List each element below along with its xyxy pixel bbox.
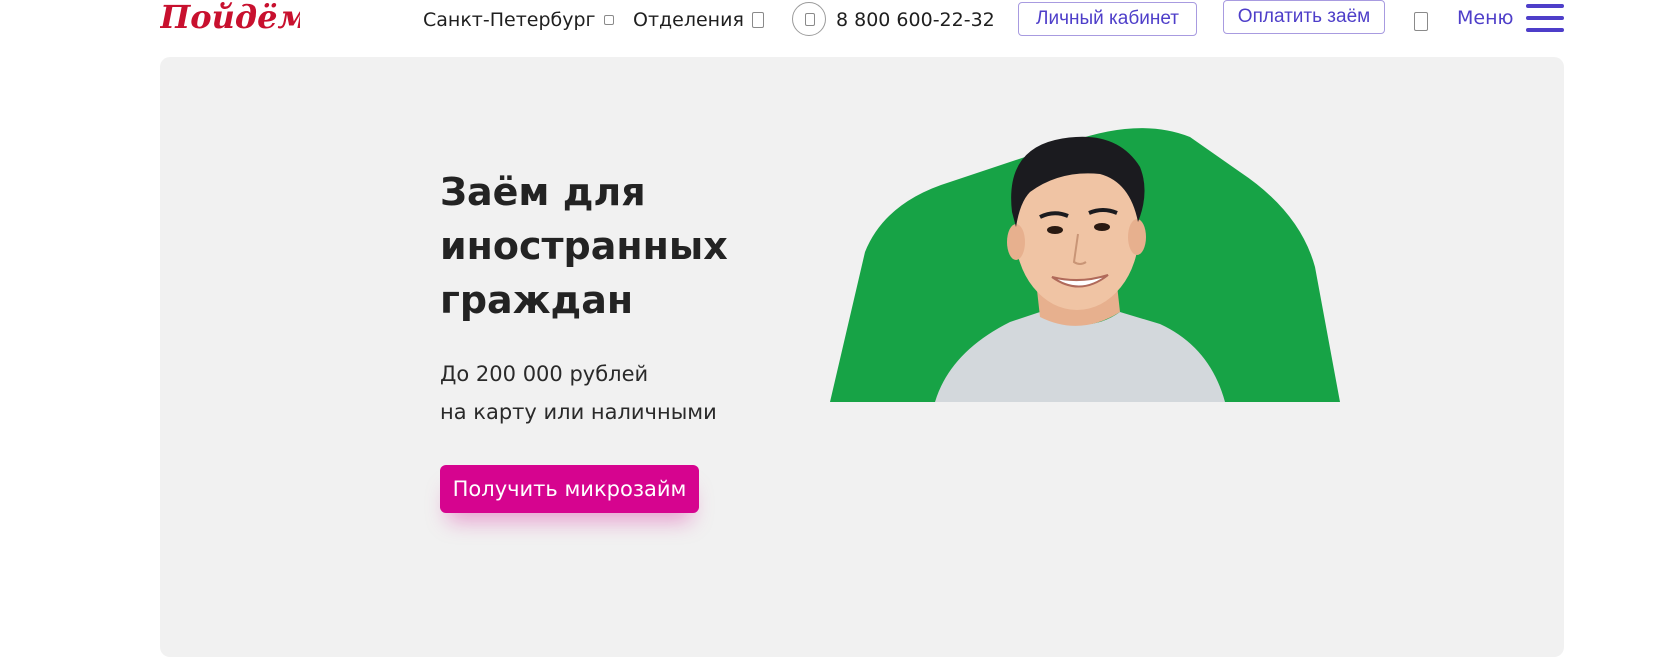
phone-icon-button[interactable] — [792, 2, 826, 36]
hero-person-image — [830, 128, 1340, 402]
hero-banner: Заём для иностранных граждан До 200 000 … — [160, 57, 1564, 657]
city-selector[interactable]: Санкт-Петербург — [423, 8, 614, 32]
hero-subtitle-line1: До 200 000 рублей — [440, 362, 649, 386]
offices-label: Отделения — [633, 9, 744, 31]
phone-icon — [805, 13, 815, 26]
offices-link[interactable]: Отделения — [633, 8, 764, 32]
pay-loan-button[interactable]: Оплатить заём — [1223, 0, 1385, 34]
map-pin-icon — [751, 12, 764, 28]
hero-subtitle-line2: на карту или наличными — [440, 400, 717, 424]
hamburger-menu-icon[interactable] — [1526, 4, 1564, 34]
logo-icon: Пойдём! — [159, 0, 322, 36]
menu-label[interactable]: Меню — [1457, 7, 1514, 29]
mobile-app-icon[interactable] — [1414, 12, 1428, 31]
get-microloan-button[interactable]: Получить микрозайм — [440, 465, 699, 513]
chevron-down-icon — [603, 15, 614, 25]
city-label: Санкт-Петербург — [423, 9, 596, 31]
personal-cabinet-button[interactable]: Личный кабинет — [1018, 2, 1197, 36]
hero-subtitle: До 200 000 рублей на карту или наличными — [440, 355, 717, 431]
phone-number[interactable]: 8 800 600-22-32 — [836, 8, 995, 32]
logo[interactable]: Пойдём! — [159, 0, 322, 48]
site-header: Пойдём! Санкт-Петербург Отделения 8 800 … — [0, 0, 1664, 56]
hero-title: Заём для иностранных граждан — [440, 170, 728, 322]
logo-text: Пойдём! — [160, 0, 300, 36]
